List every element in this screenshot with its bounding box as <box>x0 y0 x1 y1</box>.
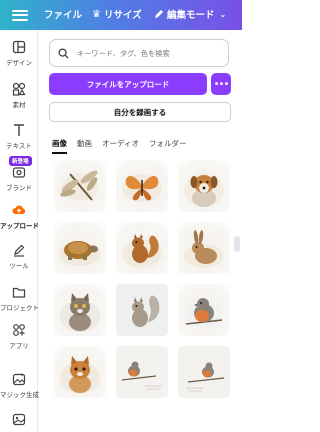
elements-icon <box>12 82 26 96</box>
squirrel-image <box>116 284 168 336</box>
sidebar-item-label: アップロード <box>0 222 39 230</box>
menu-icon[interactable] <box>12 7 28 22</box>
butterfly-image <box>122 174 162 202</box>
media-tabs: 画像 動画 オーディオ フォルダー <box>52 138 196 154</box>
edit-mode-label: 編集モード <box>167 10 215 21</box>
edit-mode-button[interactable]: 編集モード ⌄ <box>154 7 226 21</box>
sidebar-item-label: ブランド <box>6 184 32 192</box>
layout-icon <box>12 40 26 54</box>
sidebar-item-label: プロジェクト <box>0 304 39 312</box>
image-thumbnail-turtle[interactable] <box>54 222 106 274</box>
chevron-down-icon: ⌄ <box>219 9 227 19</box>
image-thumbnail-robin[interactable] <box>178 284 230 336</box>
cat-image <box>60 293 100 332</box>
sidebar-item-elements[interactable]: 素材 <box>0 82 38 109</box>
resize-button[interactable]: ♛ リサイズ <box>92 7 142 22</box>
sidebar-item-label: マジック生成 <box>0 391 39 399</box>
top-bar: ファイル ♛ リサイズ 編集モード ⌄ <box>0 0 242 30</box>
tab-audio[interactable]: オーディオ <box>102 138 139 149</box>
squirrel-image <box>122 234 162 268</box>
panel-resize-handle[interactable] <box>234 236 240 252</box>
image-thumbnail-cat[interactable] <box>54 284 106 336</box>
more-options-button[interactable]: ••• <box>211 73 231 95</box>
brand-icon <box>12 167 26 178</box>
sidebar-item-images[interactable] <box>0 412 38 429</box>
crown-icon: ♛ <box>92 8 101 20</box>
upload-cloud-icon <box>12 205 26 214</box>
magic-media-icon <box>12 373 26 386</box>
image-thumbnail-squirrel-2[interactable] <box>116 284 168 336</box>
record-yourself-button[interactable]: 自分を録画する <box>49 102 231 122</box>
apps-icon <box>13 324 25 336</box>
sidebar-item-uploads[interactable]: アップロード <box>0 203 39 230</box>
dragonfly-image <box>60 170 98 201</box>
tab-videos[interactable]: 動画 <box>77 138 92 149</box>
resize-label: リサイズ <box>103 10 142 21</box>
turtle-image <box>59 241 101 266</box>
sidebar-item-label: ツール <box>9 262 29 270</box>
image-thumbnail-squirrel[interactable] <box>116 222 168 274</box>
sidebar-item-label: 素材 <box>12 101 26 109</box>
image-icon <box>12 413 26 426</box>
folder-icon <box>12 287 26 298</box>
uploads-panel: ファイルをアップロード ••• 自分を録画する 画像 動画 オーディオ フォルダ… <box>40 30 234 432</box>
image-thumbnail-rabbit[interactable] <box>178 222 230 274</box>
image-thumbnail-cat-2[interactable] <box>54 346 106 398</box>
image-thumbnail-dragonfly[interactable] <box>54 160 106 212</box>
new-badge: 新登場 <box>9 156 32 166</box>
image-thumbnail-robin-2[interactable] <box>116 346 168 398</box>
sidebar-item-brand[interactable]: 新登場 ブランド <box>0 156 38 192</box>
image-thumbnail-butterfly[interactable] <box>116 160 168 212</box>
rabbit-image <box>184 230 224 268</box>
search-box[interactable] <box>49 39 229 67</box>
sidebar-item-apps[interactable]: アプリ <box>0 323 38 350</box>
file-menu-button[interactable]: ファイル <box>44 7 82 21</box>
sidebar-item-label: テキスト <box>6 142 32 150</box>
sidebar-item-tools[interactable]: ツール <box>0 243 38 270</box>
robin-image <box>116 346 168 398</box>
tab-images[interactable]: 画像 <box>52 138 67 154</box>
sidebar-item-projects[interactable]: プロジェクト <box>0 285 39 312</box>
search-icon <box>58 47 69 59</box>
sidebar-item-label: アプリ <box>9 342 29 350</box>
image-thumbnail-robin-3[interactable] <box>178 346 230 398</box>
text-icon <box>14 124 24 136</box>
pencil-icon <box>155 10 163 18</box>
sidebar-item-text[interactable]: テキスト <box>0 123 38 150</box>
robin-image <box>185 298 223 328</box>
dog-image <box>184 174 224 207</box>
search-input[interactable] <box>77 48 227 58</box>
upload-files-button[interactable]: ファイルをアップロード <box>49 73 207 95</box>
sidebar-item-label: デザイン <box>6 59 32 67</box>
image-thumbnail-dog[interactable] <box>178 160 230 212</box>
sidebar-item-magic-media[interactable]: マジック生成 <box>0 372 39 399</box>
draw-icon <box>14 244 25 257</box>
sidebar-item-design[interactable]: デザイン <box>0 40 38 67</box>
robin-image <box>178 346 230 398</box>
cat-image <box>60 356 100 394</box>
sidebar: デザイン 素材 テキスト 新登場 ブランド アップロード ツール プロジェクト … <box>0 30 39 432</box>
tab-folders[interactable]: フォルダー <box>149 138 187 149</box>
